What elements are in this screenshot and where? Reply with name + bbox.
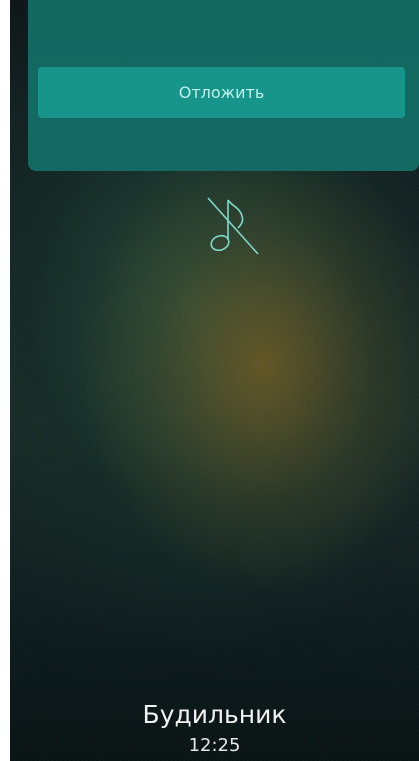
snooze-button[interactable]: Отложить <box>38 67 405 118</box>
alarm-title: Будильник <box>142 700 287 729</box>
music-note-off-icon <box>207 197 259 255</box>
alarm-time: 12:25 <box>188 735 241 756</box>
snooze-panel: Отложить <box>28 0 419 171</box>
alarm-screen: Отложить Будильник 12:25 <box>10 0 419 761</box>
